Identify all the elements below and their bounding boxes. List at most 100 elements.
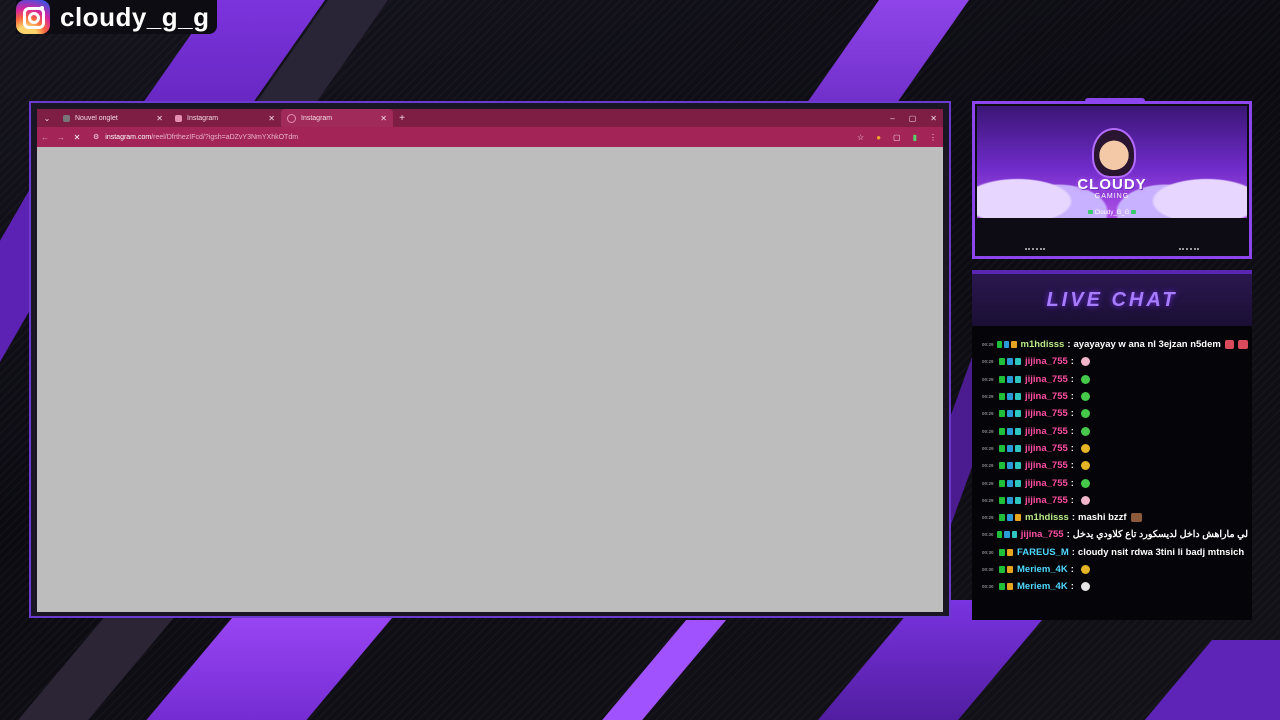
browser-tab[interactable]: Nouvel onglet ✕ (57, 109, 169, 127)
page-viewport[interactable] (37, 147, 943, 612)
chat-emote-icon (1238, 340, 1249, 350)
streamer-avatar (1092, 128, 1136, 178)
chat-message: 00:30 jijina_755: لي ماراهش داخل لديسكورد … (982, 526, 1248, 543)
chat-separator: : (1066, 529, 1070, 541)
extensions-puzzle-icon[interactable]: ▢ (893, 133, 901, 142)
chat-username[interactable]: jijina_755 (1021, 529, 1064, 540)
chat-timestamp: 00:29 (982, 394, 994, 400)
browser-address-bar: ← → ✕ ⚙ instagram.com/reel/DfrthezIFcd/?… (37, 127, 943, 147)
tab-favicon-icon (175, 114, 182, 122)
chat-message: 00:30 Meriem_4K: (982, 578, 1248, 595)
chat-badge-icon (1015, 496, 1021, 504)
profile-icon[interactable]: ▮ (913, 133, 917, 142)
chat-separator: : (1070, 425, 1074, 437)
menu-kebab-icon[interactable]: ⋮ (929, 133, 937, 142)
maximize-icon[interactable]: ▢ (909, 114, 917, 123)
chat-username[interactable]: Meriem_4K (1017, 564, 1068, 575)
chat-badge-icon (1015, 358, 1021, 366)
chat-timestamp: 00:30 (982, 567, 994, 572)
site-info-icon[interactable]: ⚙ (93, 133, 99, 141)
tab-label: Instagram (301, 114, 333, 122)
chat-emote-icon (1130, 513, 1142, 523)
bookmark-star-icon[interactable]: ☆ (857, 133, 864, 142)
close-window-icon[interactable]: ✕ (930, 114, 937, 123)
chat-username[interactable]: m1hdisss (1025, 512, 1069, 523)
chat-username[interactable]: jijina_755 (1025, 426, 1068, 437)
chat-badge-icon (1007, 375, 1013, 383)
toolbar-icons: ☆ ● ▢ ▮ ⋮ (857, 133, 943, 142)
webcam-handle: Cloudy_G_G (977, 210, 1247, 216)
chat-badge-icon (1004, 341, 1010, 349)
chat-timestamp: 00:29 (982, 376, 994, 382)
chat-badge-icon (1007, 514, 1013, 522)
chat-badge-icon (1011, 341, 1017, 349)
chat-badge-icon (996, 341, 1003, 349)
url-path: /reel/DfrthezIFcd/?igsh=aDZvY3NmYXhkOTdm (151, 133, 299, 141)
chat-emote-icon (1080, 392, 1090, 402)
chat-badge-icon (999, 514, 1005, 522)
chat-username[interactable]: jijina_755 (1025, 460, 1068, 471)
chat-emote-icon (1080, 443, 1090, 453)
chat-username[interactable]: jijina_755 (1025, 408, 1068, 419)
chat-badge-icon (1007, 444, 1013, 452)
chat-emote-icon (1080, 565, 1090, 574)
tab-close-icon[interactable]: ✕ (268, 114, 275, 123)
webcam-panel: CLOUDY GAMING Cloudy_G_G (972, 98, 1252, 259)
url-host: instagram.com (105, 133, 152, 141)
browser-tab-active[interactable]: Instagram ✕ (281, 109, 393, 127)
live-chat-body: 00:29 m1hdisss: ayayayay w ana nl 3ejzan n… (972, 326, 1252, 620)
chat-badge-icon (999, 566, 1005, 573)
chat-badge-icon (1004, 531, 1010, 539)
chat-username[interactable]: jijina_755 (1025, 495, 1068, 506)
chat-username[interactable]: jijina_755 (1025, 374, 1068, 385)
browser-tab[interactable]: Instagram ✕ (169, 109, 281, 127)
chat-emote-icon (1080, 409, 1090, 419)
chat-message: 00:29 jijina_755: (982, 474, 1248, 491)
chat-separator: : (1070, 460, 1074, 472)
stop-loading-icon[interactable]: ✕ (69, 133, 85, 142)
chat-separator: : (1070, 442, 1074, 454)
chat-message-text: mashi bzzf (1078, 512, 1127, 524)
chat-badge-icon (999, 496, 1005, 504)
url-field[interactable]: ⚙ instagram.com/reel/DfrthezIFcd/?igsh=a… (93, 133, 299, 142)
tab-close-icon[interactable]: ✕ (380, 114, 387, 123)
window-controls: – ▢ ✕ (890, 114, 943, 123)
chat-badge-icon (1007, 410, 1013, 418)
chat-username[interactable]: FAREUS_M (1017, 547, 1069, 558)
chat-separator: : (1070, 581, 1074, 593)
browser-window: ⌄ Nouvel onglet ✕ Instagram ✕ Instagram … (29, 101, 951, 618)
tab-search-icon[interactable]: ⌄ (37, 114, 57, 123)
chat-message-text: cloudy nsit rdwa 3tini li badj mtnsich (1077, 546, 1245, 558)
chat-timestamp: 00:29 (982, 480, 994, 486)
chat-message: 00:29 jijina_755: (982, 440, 1248, 457)
chat-username[interactable]: jijina_755 (1025, 356, 1068, 367)
forward-arrow-icon[interactable]: → (53, 133, 69, 142)
chat-username[interactable]: m1hdisss (1021, 339, 1065, 350)
chat-timestamp: 00:29 (982, 428, 994, 434)
chat-badge-icon (1007, 496, 1013, 504)
live-chat-title: LIVE CHAT (1046, 288, 1178, 311)
chat-timestamp: 00:30 (982, 532, 994, 538)
chat-username[interactable]: Meriem_4K (1017, 581, 1068, 592)
chat-emote-icon (1080, 426, 1090, 436)
chat-emote-icon (1224, 340, 1235, 350)
chat-username[interactable]: jijina_755 (1025, 443, 1068, 454)
chat-message: 00:30 FAREUS_M: cloudy nsit rdwa 3tini li … (982, 544, 1248, 561)
back-arrow-icon[interactable]: ← (37, 133, 53, 142)
chat-badge-icon (1007, 427, 1013, 435)
chat-emote-icon (1080, 374, 1090, 384)
new-tab-button[interactable]: + (393, 113, 411, 124)
chat-badge-icon (1015, 444, 1021, 452)
chat-badge-icon (999, 479, 1005, 487)
tab-loading-icon (287, 113, 296, 123)
chat-username[interactable]: jijina_755 (1025, 478, 1068, 489)
chat-message: 00:30 Meriem_4K: (982, 561, 1248, 578)
tab-close-icon[interactable]: ✕ (156, 114, 163, 123)
chat-username[interactable]: jijina_755 (1025, 391, 1068, 402)
chat-message-list: 00:29 m1hdisss: ayayayay w ana nl 3ejzan n… (982, 328, 1249, 595)
extension-icon[interactable]: ● (876, 133, 881, 142)
browser-tab-bar: ⌄ Nouvel onglet ✕ Instagram ✕ Instagram … (37, 109, 943, 127)
chat-badge-icon (1015, 462, 1021, 470)
minimize-icon[interactable]: – (890, 114, 894, 123)
chat-message-text: ayayayay w ana nl 3ejzan n5dem (1073, 339, 1221, 351)
